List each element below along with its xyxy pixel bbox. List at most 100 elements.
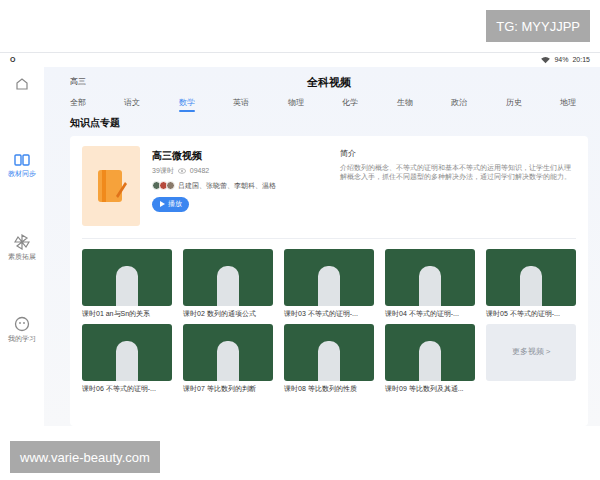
course-cover[interactable] (82, 146, 140, 226)
course-meta: 高三微视频 39课时09482 吕建国、张晓蕾、李朝科、温格播放 (152, 146, 322, 228)
body: 教材同步素质拓展我的学习 高三全科视频全部 语文 数学 英语 物理 化学 生物 政治 历史 地理知识… (0, 67, 600, 426)
video-thumbnail (82, 324, 172, 381)
play-button[interactable]: 播放 (152, 197, 189, 212)
play-icon (159, 201, 165, 207)
subject-tab[interactable]: 历史 (506, 97, 522, 112)
sidebar-item[interactable]: 我的学习 (8, 316, 36, 345)
watermark-top: TG: MYYJJPP (486, 10, 590, 42)
subject-tab[interactable]: 数学 (179, 97, 195, 112)
sidebar-label: 素质拓展 (8, 252, 36, 263)
video-item[interactable]: 课时03 不等式的证明-... (284, 249, 374, 320)
course-title: 高三微视频 (152, 148, 322, 163)
sidebar-item[interactable]: 素质拓展 (8, 234, 36, 263)
sidebar-item[interactable]: 教材同步 (8, 153, 36, 180)
time: 20:15 (572, 55, 590, 66)
tab-underline (70, 110, 86, 112)
teacher-names: 吕建国、张晓蕾、李朝科、温格 (178, 181, 276, 192)
video-label: 课时04 不等式的证明-... (385, 309, 475, 320)
wifi-icon (541, 57, 550, 64)
tablet-screen: O 94% 20:15 教材同步素质拓展我的学习 高三全科视频全部 语文 数学 英语 物理 化学 生… (0, 52, 600, 426)
video-label: 课时01 an与Sn的关系 (82, 309, 172, 320)
book-cover-icon (94, 166, 128, 206)
smile-icon (14, 316, 30, 332)
teacher-figure (318, 266, 340, 306)
home-icon[interactable] (15, 77, 29, 91)
video-label: 课时07 等比数列的判断 (183, 384, 273, 395)
page: O 94% 20:15 教材同步素质拓展我的学习 高三全科视频全部 语文 数学 英语 物理 化学 生… (0, 0, 600, 480)
tab-underline (288, 110, 304, 112)
watermark-bottom: www.varie-beauty.com (10, 441, 160, 473)
video-grid: 课时01 an与Sn的关系课时02 数列的通项公式课时03 不等式的证明-...… (82, 249, 576, 394)
teacher-figure (116, 266, 138, 306)
subject-tab[interactable]: 英语 (233, 97, 249, 112)
teacher-figure (217, 341, 239, 381)
video-item[interactable]: 课时07 等比数列的判断 (183, 324, 273, 395)
video-item[interactable]: 课时02 数列的通项公式 (183, 249, 273, 320)
sidebar: 教材同步素质拓展我的学习 (0, 67, 44, 426)
more-videos[interactable]: 更多视频 > (486, 324, 576, 381)
lessons: 39课时 (152, 166, 174, 177)
video-item[interactable]: 课时04 不等式的证明-... (385, 249, 475, 320)
video-thumbnail (385, 324, 475, 381)
teacher-figure (318, 341, 340, 381)
book-icon (14, 153, 30, 167)
video-thumbnail (284, 324, 374, 381)
video-thumbnail (82, 249, 172, 306)
course-intro: 简介介绍数列的概念、不等式的证明和基本不等式的运用等知识，让学生们从理解概念入手… (340, 146, 576, 228)
video-label: 课时06 不等式的证明-... (82, 384, 172, 395)
subject-tab[interactable]: 生物 (397, 97, 413, 112)
avatar (166, 181, 175, 190)
status-left: O (10, 55, 15, 66)
video-thumbnail (183, 324, 273, 381)
tab-underline (233, 110, 249, 112)
tab-underline (342, 110, 358, 112)
subject-tab[interactable]: 语文 (124, 97, 140, 112)
video-item[interactable]: 课时08 等比数列的性质 (284, 324, 374, 395)
video-item[interactable]: 课时05 不等式的证明-... (486, 249, 576, 320)
grade-selector[interactable]: 高三 (70, 76, 307, 88)
video-label: 课时09 等比数列及其通... (385, 384, 475, 395)
header: 高三全科视频 (70, 69, 588, 95)
course-card: 高三微视频 39课时09482 吕建国、张晓蕾、李朝科、温格播放 简介介绍数列的概念、… (70, 136, 588, 426)
tab-underline (560, 110, 576, 112)
status-bar: O 94% 20:15 (0, 53, 600, 67)
sidebar-list: 教材同步素质拓展我的学习 (8, 153, 36, 345)
teacher-figure (116, 341, 138, 381)
battery: 94% (554, 55, 568, 66)
status-right: 94% 20:15 (541, 55, 590, 66)
eye-icon (178, 168, 186, 174)
divider (82, 238, 576, 239)
video-item[interactable]: 课时09 等比数列及其通... (385, 324, 475, 395)
teacher-figure (520, 266, 542, 306)
sidebar-label: 我的学习 (8, 334, 36, 345)
teachers: 吕建国、张晓蕾、李朝科、温格 (152, 181, 322, 192)
teacher-figure (419, 341, 441, 381)
video-thumbnail (183, 249, 273, 306)
video-item[interactable]: 课时01 an与Sn的关系 (82, 249, 172, 320)
section-title: 知识点专题 (70, 115, 588, 130)
subject-tab[interactable]: 地理 (560, 97, 576, 112)
course-stats: 39课时09482 (152, 166, 322, 177)
video-label: 课时08 等比数列的性质 (284, 384, 374, 395)
video-thumbnail (385, 249, 475, 306)
main: 高三全科视频全部 语文 数学 英语 物理 化学 生物 政治 历史 地理知识点专题高三微视频 39课时… (44, 67, 600, 426)
course-info: 高三微视频 39课时09482 吕建国、张晓蕾、李朝科、温格播放 简介介绍数列的概念、… (82, 146, 576, 228)
tab-underline (397, 110, 413, 112)
video-thumbnail (486, 249, 576, 306)
tab-underline (451, 110, 467, 112)
tab-underline (179, 110, 195, 112)
intro-text: 介绍数列的概念、不等式的证明和基本不等式的运用等知识，让学生们从理解概念入手，抓… (340, 163, 576, 182)
subject-tab[interactable]: 物理 (288, 97, 304, 112)
tab-underline (506, 110, 522, 112)
video-label: 课时02 数列的通项公式 (183, 309, 273, 320)
subject-tab[interactable]: 全部 (70, 97, 86, 112)
teacher-figure (217, 266, 239, 306)
video-label: 课时05 不等式的证明-... (486, 309, 576, 320)
tab-underline (124, 110, 140, 112)
video-item[interactable]: 课时06 不等式的证明-... (82, 324, 172, 395)
intro-label: 简介 (340, 148, 576, 160)
sidebar-label: 教材同步 (8, 169, 36, 180)
subject-tab[interactable]: 化学 (342, 97, 358, 112)
subject-tab[interactable]: 政治 (451, 97, 467, 112)
subject-tabs: 全部 语文 数学 英语 物理 化学 生物 政治 历史 地理 (70, 97, 588, 112)
